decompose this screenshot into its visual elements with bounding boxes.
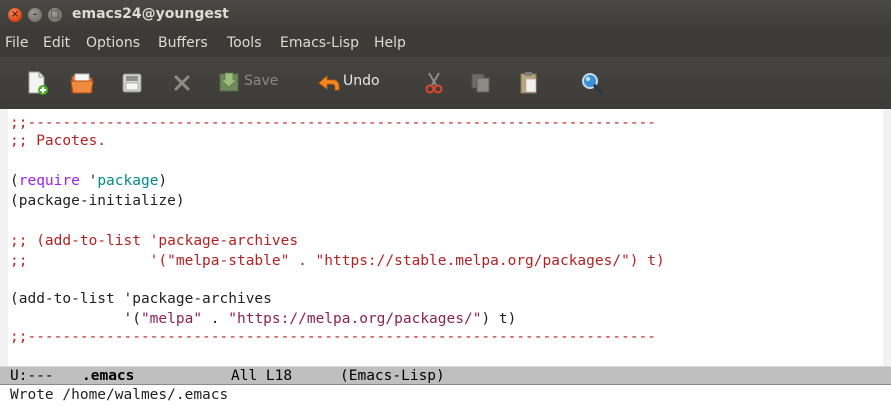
save-file-button[interactable] [119, 70, 145, 96]
minimize-icon: – [32, 9, 38, 20]
paren: ) [158, 173, 168, 189]
save-icon [219, 72, 239, 92]
copy-icon [471, 73, 490, 93]
paren: ( [10, 173, 19, 189]
magnifier-icon [582, 73, 604, 95]
menu-emacs-lisp[interactable]: Emacs-Lisp [280, 35, 359, 51]
undo-button[interactable]: Undo [316, 70, 388, 96]
right-fringe [883, 109, 891, 366]
closing: ) t) [481, 311, 517, 327]
copy-button[interactable] [468, 70, 494, 96]
undo-label: Undo [343, 73, 380, 89]
menu-tools[interactable]: Tools [227, 35, 262, 51]
menu-file[interactable]: File [5, 35, 28, 51]
code-line-1: ;;--------------------------------------… [10, 115, 657, 131]
left-fringe [0, 109, 8, 366]
menu-edit[interactable]: Edit [43, 35, 70, 51]
code-line-12: ;;--------------------------------------… [10, 329, 657, 345]
emacs-window: × – □ emacs24@youngest File Edit Options… [0, 0, 891, 406]
code-line-10: (add-to-list 'package-archives [10, 291, 272, 307]
echo-area[interactable]: Wrote /home/walmes/.emacs [0, 385, 891, 406]
modeline-position: All L18 [231, 368, 293, 384]
modeline-major-mode[interactable]: (Emacs-Lisp) [340, 367, 445, 385]
open-directory-button[interactable] [68, 70, 98, 96]
modeline-status: U:--- [10, 368, 54, 384]
constant-package: package [97, 173, 159, 189]
menu-help[interactable]: Help [374, 35, 406, 51]
undo-arrow-icon [318, 75, 340, 91]
code-line-7: ;; (add-to-list 'package-archives [10, 233, 299, 249]
save-disk-icon [122, 73, 142, 93]
menu-buffers[interactable]: Buffers [158, 35, 208, 51]
maximize-icon: □ [50, 9, 60, 20]
minimize-window-button[interactable]: – [28, 8, 42, 22]
modeline-buffer-name[interactable]: .emacs [82, 367, 134, 385]
folder-icon [70, 73, 94, 94]
string-url: "https://melpa.org/packages/" [228, 311, 482, 327]
close-window-button[interactable]: × [8, 8, 22, 22]
window-title: emacs24@youngest [72, 6, 229, 22]
save-button[interactable]: Save [218, 70, 284, 96]
new-file-button[interactable] [24, 70, 50, 96]
menu-options[interactable]: Options [86, 35, 140, 51]
close-x-icon [174, 75, 190, 91]
clipboard-icon [520, 72, 537, 94]
code-line-5: (package-initialize) [10, 193, 185, 209]
maximize-window-button[interactable]: □ [48, 8, 62, 22]
code-line-2: ;; Pacotes. [10, 133, 107, 149]
dot: . [202, 311, 229, 327]
code-line-11: '("melpa" . "https://melpa.org/packages/… [10, 309, 516, 329]
tool-bar: Save Undo [0, 57, 891, 109]
mode-line[interactable]: U:--- .emacs All L18 (Emacs-Lisp) [0, 366, 891, 385]
close-icon: × [10, 9, 20, 20]
close-buffer-button[interactable] [169, 70, 195, 96]
code-line-8: ;; '("melpa-stable" . "https://stable.me… [10, 253, 665, 269]
indent-quote: '( [10, 311, 141, 327]
search-button[interactable] [579, 70, 607, 96]
new-file-icon [28, 71, 48, 95]
menu-bar: File Edit Options Buffers Tools Emacs-Li… [0, 31, 891, 57]
paste-button[interactable] [516, 70, 542, 96]
scissors-icon [425, 72, 443, 94]
code-line-4: (require 'package) [10, 171, 167, 191]
string-melpa: "melpa" [140, 311, 203, 327]
save-label: Save [244, 73, 279, 89]
quote: ' [79, 173, 98, 189]
title-bar[interactable]: × – □ emacs24@youngest [0, 0, 891, 31]
cut-button[interactable] [421, 70, 447, 96]
editor-buffer[interactable]: ;;--------------------------------------… [0, 109, 891, 366]
echo-message: Wrote /home/walmes/.emacs [10, 387, 229, 403]
keyword-require: require [18, 173, 80, 189]
